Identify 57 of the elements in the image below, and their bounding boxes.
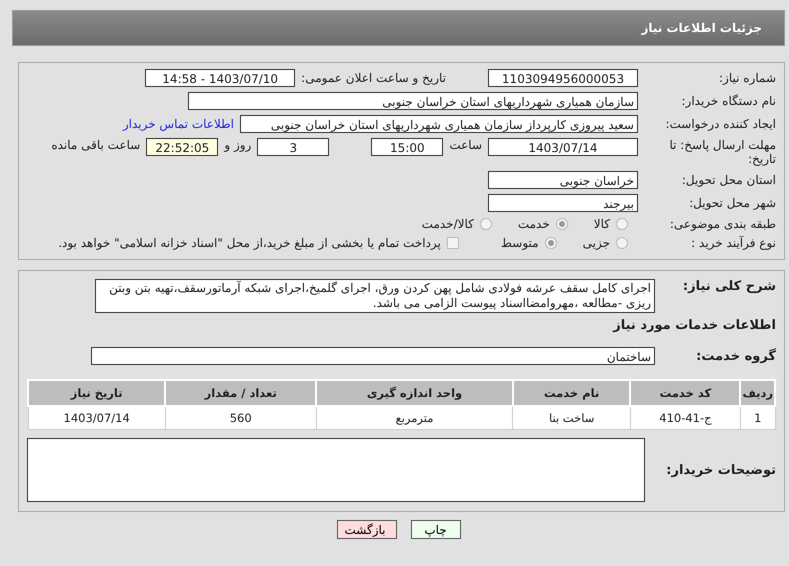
radio-button[interactable]: [616, 218, 628, 230]
radio-label: کالا/خدمت: [422, 217, 474, 231]
field-label: ایجاد کننده درخواست:: [664, 117, 776, 131]
table-cell: مترمربع: [316, 406, 513, 430]
city-field: بیرجند: [488, 194, 638, 212]
deadline-time-field: 15:00: [371, 138, 444, 156]
radio-label: متوسط: [500, 236, 539, 250]
checkbox-label: پرداخت تمام یا بخشی از مبلغ خرید،از محل "اسناد خزانه اسلامی" خواهد بود.: [58, 236, 441, 250]
checkbox[interactable]: [446, 237, 459, 249]
need-number-field: 1103094956000053: [488, 69, 638, 87]
field-label: گروه خدمت:: [695, 348, 776, 364]
column-header: کد خدمت: [630, 380, 740, 406]
column-header: ردیف: [740, 380, 775, 406]
time-label: ساعت: [449, 138, 482, 152]
announce-date-field: 1403/07/10 - 14:58: [145, 69, 296, 87]
field-label: نام دستگاه خریدار:: [680, 94, 776, 108]
table-cell: 1: [740, 406, 775, 430]
buyer-notes-field[interactable]: [27, 438, 645, 502]
requester-field: سعید پیروزی کارپرداز سازمان همیاری شهرداریهای استان خراسان جنوبی: [240, 115, 638, 133]
service-group-field: ساختمان: [91, 347, 655, 365]
remaining-time-field: 22:52:05: [146, 138, 218, 156]
province-field: خراسان جنوبی: [488, 171, 638, 189]
days-field: 3: [257, 138, 330, 156]
page-title: جزئیات اطلاعات نیاز: [641, 21, 762, 35]
buyer-org-field: سازمان همیاری شهرداریهای استان خراسان جنوبی: [188, 92, 638, 110]
radio-button[interactable]: [616, 237, 628, 249]
column-header: تاریخ نیاز: [28, 380, 166, 406]
column-header: نام خدمت: [512, 380, 630, 406]
field-label: شرح کلی نیاز:: [682, 279, 776, 294]
deadline-date-field: 1403/07/14: [488, 138, 638, 156]
field-label: شماره نیاز:: [718, 71, 776, 85]
table-cell: 560: [165, 406, 316, 430]
field-label: استان محل تحویل:: [680, 173, 776, 187]
radio-button[interactable]: [480, 218, 492, 230]
radio-button[interactable]: [544, 237, 557, 249]
field-label: نوع فرآیند خرید :: [690, 236, 776, 250]
remaining-label: ساعت باقی مانده: [51, 138, 140, 152]
table-cell: ساخت بنا: [512, 406, 630, 430]
radio-label: جزیی: [582, 236, 610, 250]
contact-link[interactable]: اطلاعات تماس خریدار: [122, 117, 234, 131]
back-button[interactable]: بازگشت: [336, 520, 396, 539]
field-label: مهلت ارسال پاسخ: تا تاریخ:: [668, 138, 776, 166]
section-title: اطلاعات خدمات مورد نیاز: [612, 318, 776, 333]
radio-label: خدمت: [518, 217, 550, 231]
description-field: اجرای کامل سقف عرشه فولادی شامل پهن کردن ورق، اجرای گلمیخ،اجرای شبکه آرماتورسقف،تهیه بتن وبتن ریزی -مطالعه ،مهروامضااسناد پیوست الزامی می باشد.: [95, 279, 655, 313]
column-header: تعداد / مقدار: [165, 380, 316, 406]
field-label: شهر محل تحویل:: [688, 196, 776, 210]
field-label: تاریخ و ساعت اعلان عمومی:: [301, 71, 446, 85]
radio-label: کالا: [594, 217, 610, 231]
table-cell: ج-41-410: [630, 406, 740, 430]
days-label: روز و: [224, 138, 252, 152]
field-label: توضیحات خریدار:: [665, 462, 776, 478]
radio-button[interactable]: [556, 218, 568, 230]
column-header: واحد اندازه گیری: [316, 380, 513, 406]
print-button[interactable]: چاپ: [410, 520, 460, 539]
table-cell: 1403/07/14: [28, 406, 166, 430]
field-label: طبقه بندی موضوعی:: [668, 217, 776, 231]
